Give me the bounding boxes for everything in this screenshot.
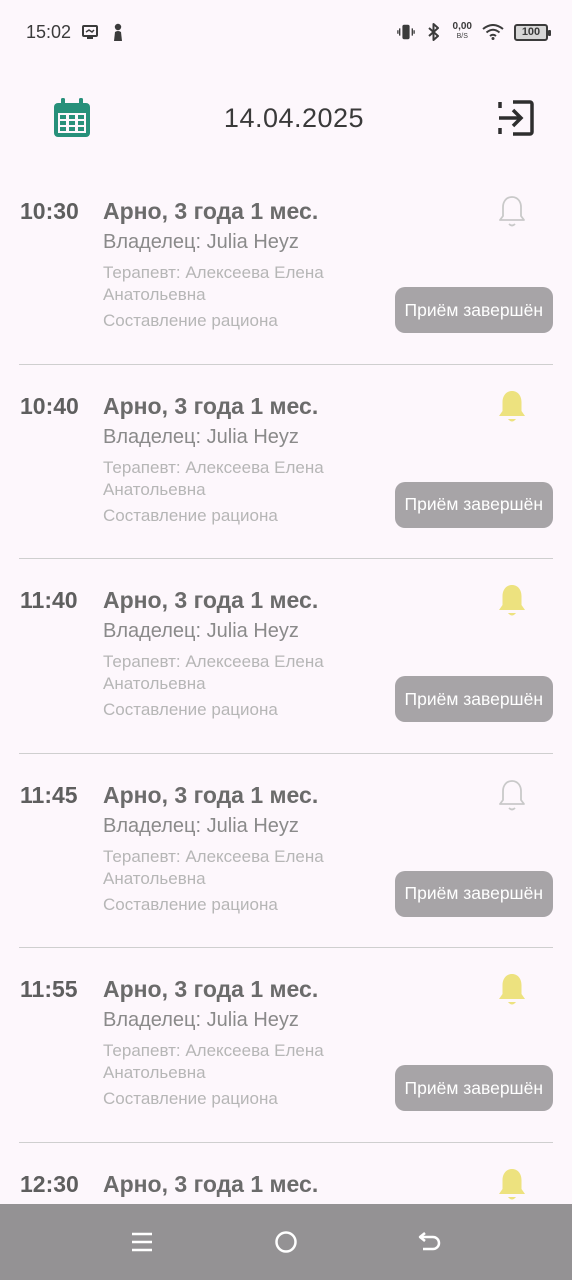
battery-icon: 100 bbox=[514, 23, 551, 41]
bluetooth-icon bbox=[425, 23, 443, 41]
status-bar-left: 15:02 bbox=[26, 22, 127, 43]
home-icon bbox=[275, 1231, 297, 1253]
network-speed: 0,00 B/S bbox=[453, 22, 472, 42]
appointment-reason: Составление рациона bbox=[103, 700, 278, 719]
appointment-therapist: Терапевт: Алексеева Елена Анатольевна bbox=[103, 846, 324, 888]
appointment-status-button[interactable]: Приём завершён bbox=[394, 1065, 553, 1111]
appointment-pet: Арно, 3 года 1 мес. bbox=[103, 587, 319, 613]
appointment-time: 11:45 bbox=[20, 781, 78, 808]
notification-bell-button[interactable] bbox=[495, 970, 529, 1010]
appointment-owner: Владелец: Julia Heyz bbox=[103, 425, 299, 448]
appointment-time: 11:55 bbox=[20, 976, 78, 1002]
appointment-reason: Составление рациона bbox=[103, 505, 278, 525]
appointment-status-button[interactable]: Приём завершён bbox=[394, 287, 553, 333]
notification-bell-button[interactable] bbox=[495, 387, 529, 427]
appointment-owner: Владелец: Julia Heyz bbox=[103, 1009, 299, 1031]
appointment-reason: Составление рациона bbox=[103, 894, 278, 914]
appointment-therapist: Терапевт: Алексеева Елена Анатольевна bbox=[103, 263, 324, 304]
status-bar: 15:02 0,00 B/S 100 bbox=[0, 0, 572, 64]
appointment-status-button[interactable]: Приём завершён bbox=[394, 481, 553, 528]
bell-outline-icon bbox=[499, 196, 525, 227]
appointment-item[interactable]: 11:40 Арно, 3 года 1 мес. Владелец: Juli… bbox=[19, 559, 553, 754]
appointment-status-button[interactable]: Приём завершён bbox=[394, 870, 553, 917]
appointment-time: 10:40 bbox=[20, 392, 79, 419]
back-icon bbox=[418, 1232, 441, 1251]
calendar-icon bbox=[54, 98, 90, 137]
appointment-time: 11:40 bbox=[20, 587, 78, 613]
vibrate-icon bbox=[396, 23, 415, 41]
bell-filled-icon bbox=[499, 390, 525, 421]
bell-filled-icon bbox=[499, 585, 525, 616]
wifi-icon bbox=[482, 23, 504, 41]
bell-filled-icon bbox=[499, 974, 525, 1005]
notification-bell-button[interactable] bbox=[495, 1165, 529, 1205]
notification-bell-button[interactable] bbox=[495, 581, 529, 621]
appointment-item[interactable]: 10:40 Арно, 3 года 1 мес. Владелец: Juli… bbox=[19, 365, 553, 559]
screen: 15:02 0,00 B/S 100 14.04.2025 10:30 Арно… bbox=[0, 0, 572, 1280]
appointment-pet: Арно, 3 года 1 мес. bbox=[103, 198, 319, 224]
appointment-pet: Арно, 3 года 1 мес. bbox=[103, 976, 319, 1002]
appointment-owner: Владелец: Julia Heyz bbox=[103, 620, 299, 642]
appointment-status-button[interactable]: Приём завершён bbox=[394, 676, 553, 722]
appointment-owner: Владелец: Julia Heyz bbox=[103, 231, 299, 253]
logout-button[interactable] bbox=[494, 96, 538, 140]
appointment-therapist: Терапевт: Алексеева Елена Анатольевна bbox=[103, 457, 324, 499]
appointment-therapist: Терапевт: Алексеева Елена Анатольевна bbox=[103, 1041, 324, 1082]
appointment-time: 12:30 bbox=[20, 1170, 79, 1197]
status-time: 15:02 bbox=[26, 21, 72, 42]
appointment-therapist: Терапевт: Алексеева Елена Анатольевна bbox=[103, 652, 324, 693]
lock-person-icon bbox=[109, 23, 127, 41]
appointment-time: 10:30 bbox=[20, 198, 79, 224]
appointment-item[interactable]: 10:30 Арно, 3 года 1 мес. Владелец: Juli… bbox=[19, 170, 553, 365]
back-button[interactable] bbox=[408, 1220, 452, 1264]
notification-bell-button[interactable] bbox=[495, 192, 529, 232]
appointment-item[interactable]: 11:55 Арно, 3 года 1 мес. Владелец: Juli… bbox=[19, 948, 553, 1143]
logout-icon bbox=[498, 100, 534, 136]
appointment-pet: Арно, 3 года 1 мес. bbox=[103, 781, 319, 808]
bell-filled-icon bbox=[499, 1168, 525, 1199]
appointment-item[interactable]: 11:45 Арно, 3 года 1 мес. Владелец: Juli… bbox=[19, 754, 553, 948]
home-button[interactable] bbox=[264, 1220, 308, 1264]
system-nav-bar bbox=[0, 1204, 572, 1280]
selected-date[interactable]: 14.04.2025 bbox=[224, 103, 364, 134]
network-speed-unit: B/S bbox=[456, 33, 468, 40]
header: 14.04.2025 bbox=[0, 80, 572, 156]
menu-icon bbox=[132, 1232, 152, 1252]
bell-outline-icon bbox=[499, 779, 525, 810]
calendar-button[interactable] bbox=[50, 96, 94, 140]
appointment-owner: Владелец: Julia Heyz bbox=[103, 814, 299, 837]
screen-icon bbox=[81, 23, 99, 41]
status-bar-right: 0,00 B/S 100 bbox=[396, 22, 551, 42]
appointment-pet: Арно, 3 года 1 мес. bbox=[103, 1170, 319, 1197]
notification-bell-button[interactable] bbox=[495, 776, 529, 816]
battery-level: 100 bbox=[521, 26, 541, 38]
appointment-reason: Составление рациона bbox=[103, 311, 278, 330]
appointment-list: 10:30 Арно, 3 года 1 мес. Владелец: Juli… bbox=[0, 170, 572, 1280]
recent-apps-button[interactable] bbox=[120, 1220, 164, 1264]
appointment-reason: Составление рациона bbox=[103, 1089, 278, 1108]
network-speed-value: 0,00 bbox=[452, 21, 472, 32]
appointment-pet: Арно, 3 года 1 мес. bbox=[103, 392, 319, 419]
